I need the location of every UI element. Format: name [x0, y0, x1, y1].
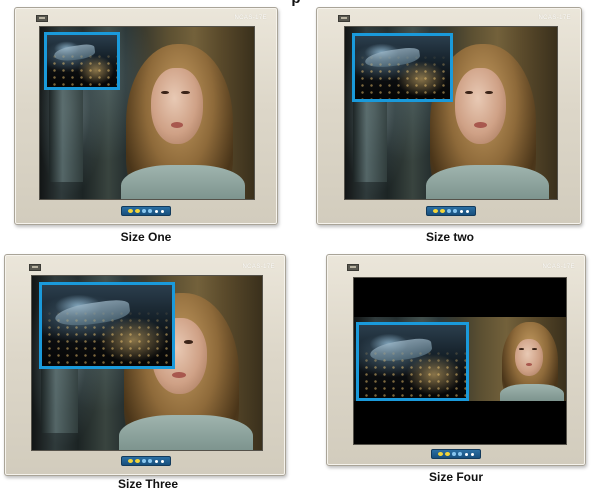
panel-size-four: NCAS-17E Size Four — [296, 250, 592, 486]
panel-size-one: NCAS-17E Size One — [0, 0, 296, 250]
model-label: NCAS-17E — [242, 264, 275, 270]
model-label: NCAS-17E — [234, 15, 267, 21]
monitor-bezel: NCAS-17E — [14, 7, 278, 225]
monitor-bezel: NCAS-17E — [316, 7, 582, 225]
monitor-screen — [344, 26, 558, 200]
brand-badge-icon — [338, 15, 350, 22]
caption-size-three: Size Three — [117, 477, 179, 491]
caption-size-one: Size One — [120, 230, 172, 244]
monitor-screen — [353, 277, 567, 445]
caption-size-four: Size Four — [428, 470, 483, 484]
front-panel-osd-buttons-icon — [121, 456, 171, 466]
front-panel-osd-buttons-icon — [426, 206, 476, 216]
monitor-screen — [31, 275, 263, 451]
monitor-screen — [39, 26, 255, 200]
brand-badge-icon — [347, 264, 359, 271]
model-label: NCAS-17E — [542, 264, 575, 270]
monitor-bezel: NCAS-17E — [4, 254, 286, 476]
front-panel-osd-buttons-icon — [431, 449, 481, 459]
pip-window — [356, 322, 469, 401]
front-panel-osd-buttons-icon — [121, 206, 171, 216]
panel-size-three: NCAS-17E Size Three — [0, 250, 296, 491]
brand-badge-icon — [29, 264, 41, 271]
pip-window — [44, 32, 120, 90]
caption-size-two: Size two — [425, 230, 474, 244]
pip-window — [39, 282, 175, 369]
monitor-bezel: NCAS-17E — [326, 254, 586, 466]
model-label: NCAS-17E — [538, 15, 571, 21]
pip-window — [352, 33, 453, 102]
brand-badge-icon — [36, 15, 48, 22]
panel-size-two: NCAS-17E Size two — [296, 0, 592, 250]
